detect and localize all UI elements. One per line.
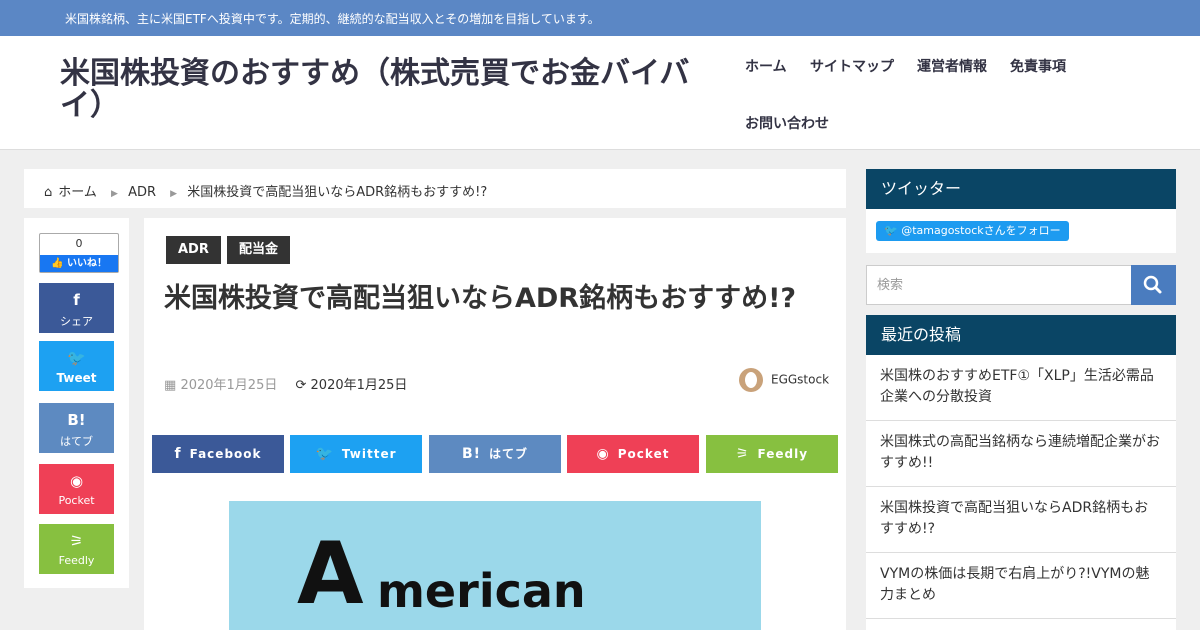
hatena-icon: B! bbox=[461, 446, 482, 462]
tag-adr[interactable]: ADR bbox=[166, 236, 221, 264]
author-name: EGGstock bbox=[771, 372, 830, 387]
tweet-button[interactable]: 🐦 Tweet bbox=[39, 341, 114, 391]
home-icon: ⌂ bbox=[44, 185, 53, 200]
like-count: 0 bbox=[75, 237, 83, 250]
updated-date: 2020年1月25日 bbox=[310, 378, 408, 393]
pocket-icon: ◉ bbox=[596, 446, 610, 462]
hatena-share-button-horizontal[interactable]: B! はてブ bbox=[429, 435, 561, 473]
feedly-label: Feedly bbox=[58, 554, 95, 567]
pocket-icon: ◉ bbox=[69, 472, 84, 490]
chevron-right-icon: ▶ bbox=[170, 189, 178, 199]
facebook-share-button[interactable]: f シェア bbox=[39, 283, 114, 333]
facebook-icon: f bbox=[174, 446, 182, 462]
pocket-share-button-horizontal[interactable]: ◉ Pocket bbox=[567, 435, 699, 473]
breadcrumb: ⌂ ホーム ▶ ADR ▶ 米国株投資で高配当狙いならADR銘柄もおすすめ!? bbox=[24, 169, 846, 208]
facebook-share-label: シェア bbox=[60, 315, 93, 328]
recent-posts-list: 米国株のおすすめETF①「XLP」生活必需品企業への分散投資 米国株式の高配当銘… bbox=[866, 355, 1176, 630]
facebook-label: Facebook bbox=[189, 447, 262, 461]
feedly-button[interactable]: ⚞ Feedly bbox=[39, 524, 114, 574]
published-date: 2020年1月25日 bbox=[180, 378, 278, 393]
eyecatch-image: A merican bbox=[229, 501, 761, 630]
chevron-right-icon: ▶ bbox=[111, 189, 118, 199]
article-title: 米国株投資で高配当狙いならADR銘柄もおすすめ!? bbox=[164, 283, 797, 314]
vertical-share-column: 0 👍 いいね！ f シェア 🐦 Tweet B! はてブ ◉ Pocket ⚞… bbox=[24, 218, 129, 588]
eyecatch-word: merican bbox=[377, 564, 586, 618]
hatena-icon: B! bbox=[67, 411, 86, 429]
hatena-label: はてブ bbox=[60, 435, 93, 448]
breadcrumb-category[interactable]: ADR bbox=[128, 185, 156, 200]
recent-post-item[interactable]: VYMの株価は長期で右肩上がり?!VYMの魅力まとめ bbox=[866, 553, 1176, 619]
like-label: いいね！ bbox=[66, 258, 107, 269]
nav-sitemap[interactable]: サイトマップ bbox=[810, 56, 894, 76]
recent-post-item[interactable]: 米国株式の高配当銘柄なら連続増配企業がおすすめ!! bbox=[866, 421, 1176, 487]
hatena-bookmark-button[interactable]: B! はてブ bbox=[39, 403, 114, 453]
refresh-icon: ⟳ bbox=[295, 378, 307, 393]
site-tagline: 米国株銘柄、主に米国ETFへ投資中です。定期的、継続的な配当収入とその増加を目指… bbox=[65, 12, 600, 26]
pocket-label: Pocket bbox=[617, 447, 670, 461]
like-button[interactable]: 👍 いいね！ bbox=[40, 255, 118, 272]
article-card: ADR 配当金 米国株投資で高配当狙いならADR銘柄もおすすめ!? ▦ 2020… bbox=[144, 218, 846, 630]
twitter-label: Twitter bbox=[341, 447, 397, 461]
rss-icon: ⚞ bbox=[735, 446, 750, 462]
twitter-follow-label: @tamagostockさんをフォロー bbox=[901, 224, 1061, 237]
pocket-label: Pocket bbox=[58, 494, 95, 507]
facebook-icon: f bbox=[73, 291, 80, 309]
search-input[interactable] bbox=[866, 265, 1132, 305]
twitter-icon: 🐦 bbox=[884, 224, 898, 237]
search-icon bbox=[1143, 275, 1162, 294]
pocket-button[interactable]: ◉ Pocket bbox=[39, 464, 114, 514]
breadcrumb-current: 米国株投資で高配当狙いならADR銘柄もおすすめ!? bbox=[187, 185, 488, 200]
twitter-widget: 🐦 @tamagostockさんをフォロー bbox=[866, 209, 1176, 253]
hatena-label: はてブ bbox=[489, 447, 529, 461]
thumbs-up-icon: 👍 bbox=[51, 258, 64, 269]
nav-home[interactable]: ホーム bbox=[745, 56, 787, 76]
top-tagline-bar: 米国株銘柄、主に米国ETFへ投資中です。定期的、継続的な配当収入とその増加を目指… bbox=[0, 0, 1200, 36]
nav-about[interactable]: 運営者情報 bbox=[917, 56, 987, 76]
eyecatch-letter: A bbox=[297, 524, 364, 624]
twitter-widget-heading: ツイッター bbox=[866, 169, 1176, 209]
recent-post-item[interactable]: 米国株投資で高配当狙いならADR銘柄もおすすめ!? bbox=[866, 487, 1176, 553]
nav-disclaimer[interactable]: 免責事項 bbox=[1010, 56, 1066, 76]
site-title[interactable]: 米国株投資のおすすめ（株式売買でお金バイバイ） bbox=[60, 58, 720, 122]
site-header: 米国株投資のおすすめ（株式売買でお金バイバイ） ホーム サイトマップ 運営者情報… bbox=[0, 36, 1200, 150]
tag-dividend[interactable]: 配当金 bbox=[227, 236, 291, 264]
author-info[interactable]: EGGstock bbox=[739, 368, 829, 392]
recent-posts-heading: 最近の投稿 bbox=[866, 315, 1176, 355]
facebook-share-button-horizontal[interactable]: f Facebook bbox=[152, 435, 284, 473]
avatar bbox=[739, 368, 763, 392]
calendar-icon: ▦ bbox=[164, 378, 177, 393]
twitter-share-button-horizontal[interactable]: 🐦 Twitter bbox=[290, 435, 422, 473]
recent-post-item[interactable]: 米国株のおすすめETF①「XLP」生活必需品企業への分散投資 bbox=[866, 355, 1176, 421]
breadcrumb-home[interactable]: ホーム bbox=[58, 185, 97, 200]
search-button[interactable] bbox=[1131, 265, 1176, 305]
twitter-icon: 🐦 bbox=[315, 446, 334, 462]
twitter-follow-button[interactable]: 🐦 @tamagostockさんをフォロー bbox=[876, 221, 1069, 241]
article-dates: ▦ 2020年1月25日 ⟳ 2020年1月25日 bbox=[164, 374, 407, 393]
rss-icon: ⚞ bbox=[69, 532, 84, 550]
feedly-label: Feedly bbox=[757, 447, 809, 461]
search-form bbox=[866, 265, 1176, 305]
facebook-like-box[interactable]: 0 👍 いいね！ bbox=[39, 233, 119, 273]
nav-contact[interactable]: お問い合わせ bbox=[745, 113, 829, 133]
twitter-icon: 🐦 bbox=[67, 349, 86, 367]
tweet-label: Tweet bbox=[56, 371, 97, 385]
feedly-share-button-horizontal[interactable]: ⚞ Feedly bbox=[706, 435, 838, 473]
